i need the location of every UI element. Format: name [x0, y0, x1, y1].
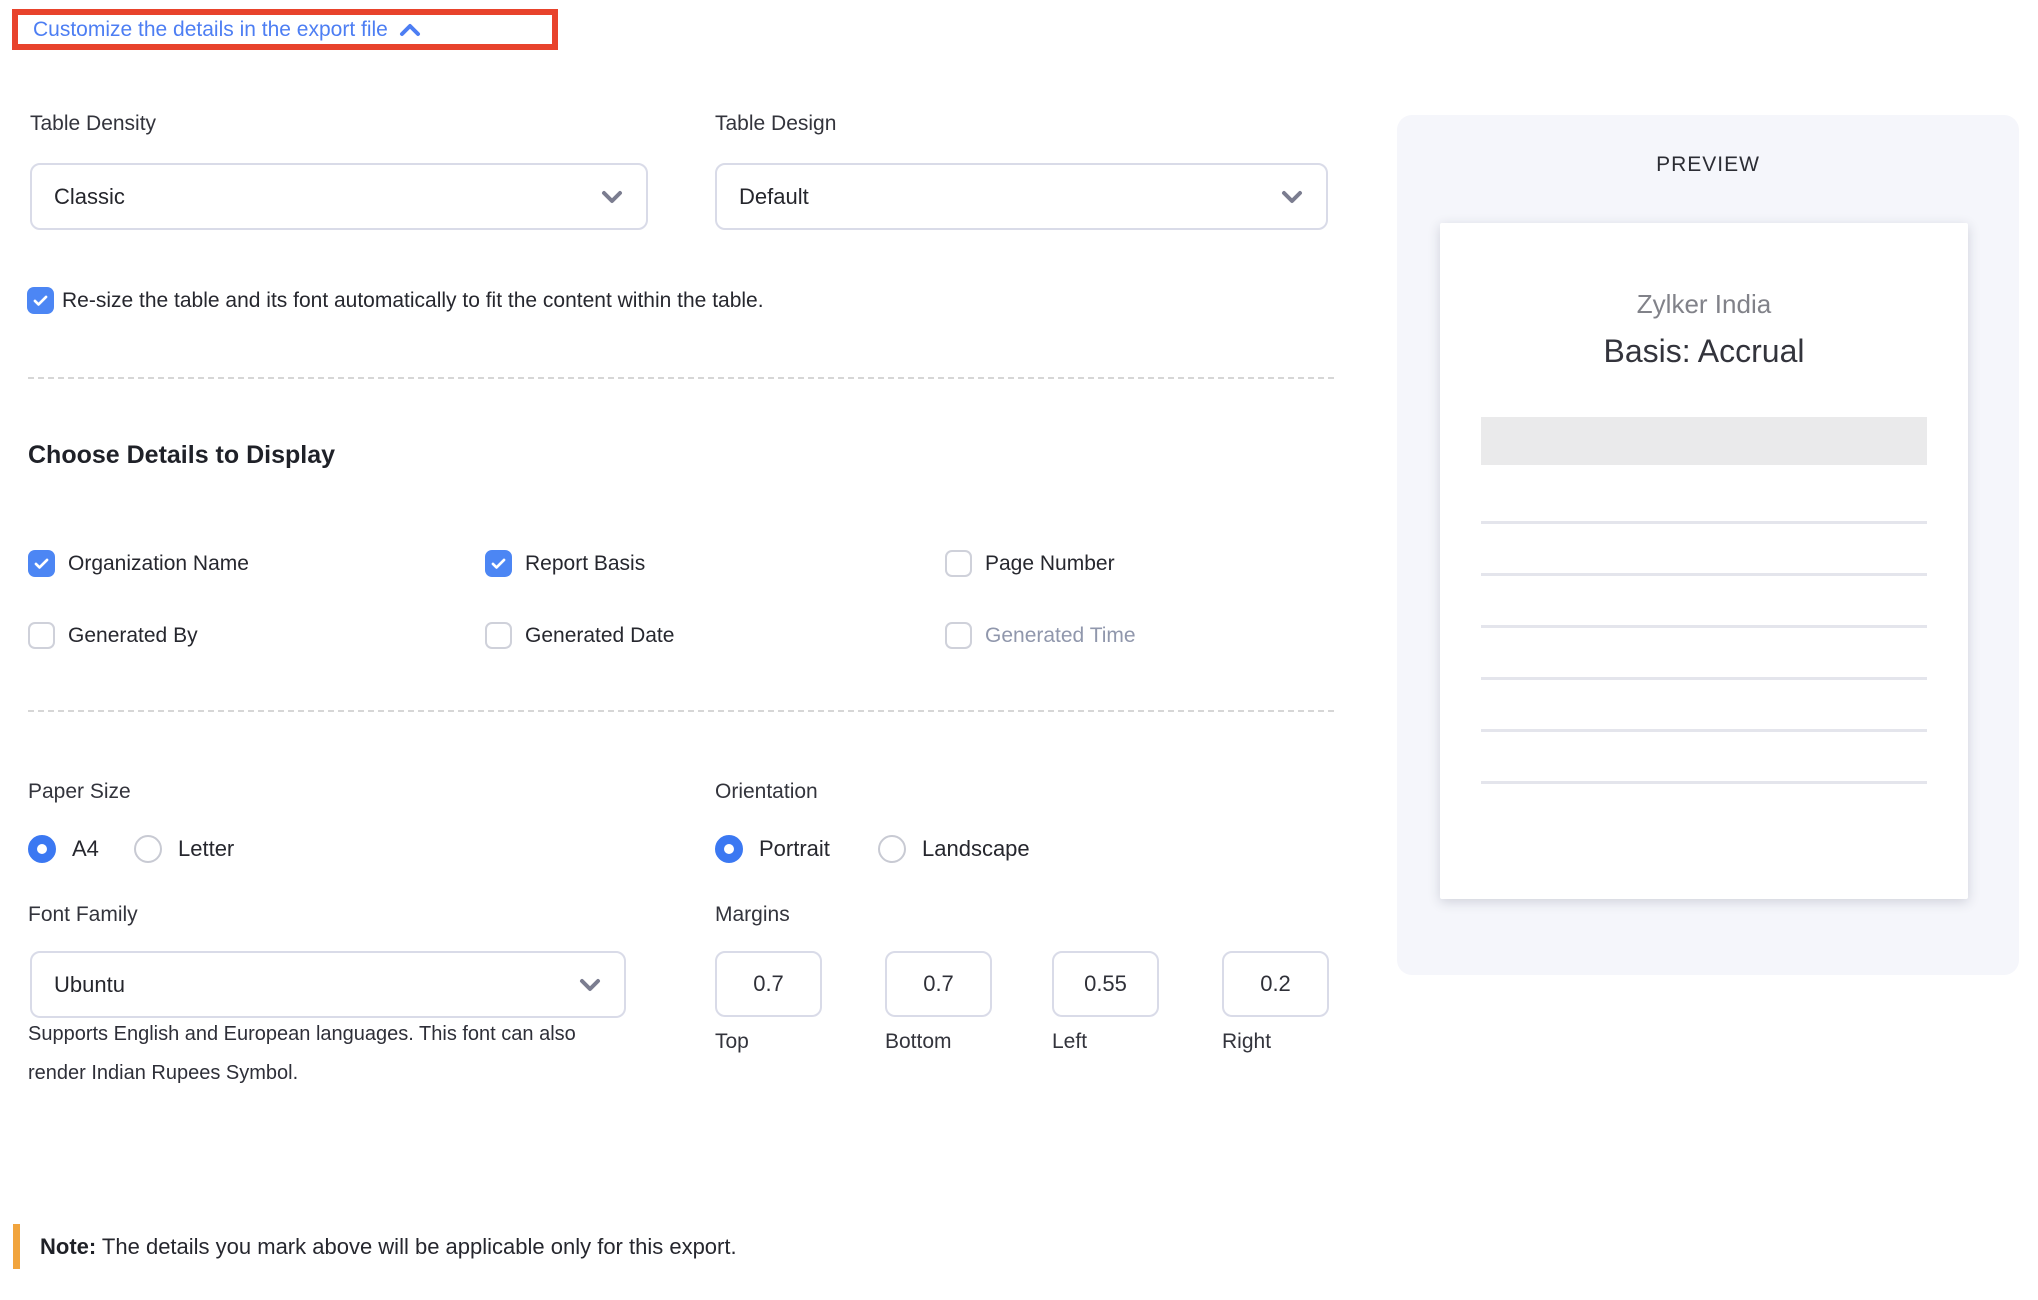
margin-right-label: Right: [1222, 1030, 1271, 1054]
margin-bottom-input[interactable]: [885, 951, 992, 1017]
section-divider: [28, 710, 1334, 712]
note-text: Note: The details you mark above will be…: [40, 1234, 737, 1260]
orientation-portrait-radio[interactable]: [715, 835, 743, 863]
generated-by-checkbox[interactable]: [28, 622, 55, 649]
paper-letter-radio[interactable]: [134, 835, 162, 863]
resize-table-label: Re-size the table and its font automatic…: [62, 289, 764, 313]
orientation-portrait-label: Portrait: [759, 836, 830, 862]
paper-a4-label: A4: [72, 836, 99, 862]
resize-table-checkbox[interactable]: [27, 287, 54, 314]
note-accent-bar: [13, 1224, 20, 1269]
chevron-down-icon: [600, 189, 624, 205]
orientation-label: Orientation: [715, 780, 818, 804]
note-label: Note:: [40, 1234, 96, 1259]
check-icon: [489, 554, 508, 573]
margin-right-input[interactable]: [1222, 951, 1329, 1017]
paper-size-label: Paper Size: [28, 780, 131, 804]
customize-details-label: Customize the details in the export file: [33, 18, 388, 42]
orientation-landscape-label: Landscape: [922, 836, 1030, 862]
margin-left-label: Left: [1052, 1030, 1087, 1054]
paper-a4-radio[interactable]: [28, 835, 56, 863]
check-icon: [31, 291, 50, 310]
section-divider: [28, 377, 1334, 379]
preview-document-card: Zylker India Basis: Accrual: [1440, 223, 1968, 899]
preview-organization-name: Zylker India: [1440, 289, 1968, 320]
table-density-select[interactable]: Classic: [30, 163, 648, 230]
table-design-value: Default: [739, 184, 809, 210]
preview-skeleton-line: [1481, 521, 1927, 524]
note-body: The details you mark above will be appli…: [96, 1234, 736, 1259]
table-design-label: Table Design: [715, 112, 836, 136]
report-basis-checkbox[interactable]: [485, 550, 512, 577]
annotation-highlight-box: Customize the details in the export file: [12, 9, 558, 50]
table-density-value: Classic: [54, 184, 125, 210]
font-family-help-text: Supports English and European languages.…: [28, 1015, 628, 1093]
report-basis-label: Report Basis: [525, 552, 645, 576]
orientation-landscape-radio[interactable]: [878, 835, 906, 863]
organization-name-label: Organization Name: [68, 552, 249, 576]
preview-skeleton-line: [1481, 781, 1927, 784]
margin-bottom-label: Bottom: [885, 1030, 952, 1054]
preview-skeleton-line: [1481, 573, 1927, 576]
margin-left-input[interactable]: [1052, 951, 1159, 1017]
preview-skeleton-bar: [1481, 417, 1927, 465]
choose-details-heading: Choose Details to Display: [28, 441, 335, 470]
table-design-select[interactable]: Default: [715, 163, 1328, 230]
margins-label: Margins: [715, 903, 790, 927]
generated-date-checkbox[interactable]: [485, 622, 512, 649]
generated-date-label: Generated Date: [525, 624, 674, 648]
chevron-down-icon: [1280, 189, 1304, 205]
generated-by-label: Generated By: [68, 624, 198, 648]
font-family-value: Ubuntu: [54, 972, 125, 998]
preview-report-basis: Basis: Accrual: [1440, 333, 1968, 370]
preview-skeleton-line: [1481, 677, 1927, 680]
chevron-down-icon: [578, 977, 602, 993]
preview-panel: PREVIEW Zylker India Basis: Accrual: [1397, 115, 2019, 975]
customize-details-toggle[interactable]: Customize the details in the export file: [18, 18, 421, 42]
check-icon: [32, 554, 51, 573]
margin-top-label: Top: [715, 1030, 749, 1054]
table-density-label: Table Density: [30, 112, 156, 136]
margin-top-input[interactable]: [715, 951, 822, 1017]
preview-title: PREVIEW: [1397, 153, 2019, 177]
page-number-checkbox[interactable]: [945, 550, 972, 577]
organization-name-checkbox[interactable]: [28, 550, 55, 577]
paper-letter-label: Letter: [178, 836, 234, 862]
preview-skeleton-line: [1481, 729, 1927, 732]
font-family-label: Font Family: [28, 903, 138, 927]
preview-skeleton-line: [1481, 625, 1927, 628]
export-customization-page: Customize the details in the export file…: [0, 0, 2038, 1300]
generated-time-checkbox: [945, 622, 972, 649]
font-family-select[interactable]: Ubuntu: [30, 951, 626, 1018]
generated-time-label: Generated Time: [985, 624, 1136, 648]
page-number-label: Page Number: [985, 552, 1115, 576]
chevron-up-icon: [399, 22, 421, 38]
